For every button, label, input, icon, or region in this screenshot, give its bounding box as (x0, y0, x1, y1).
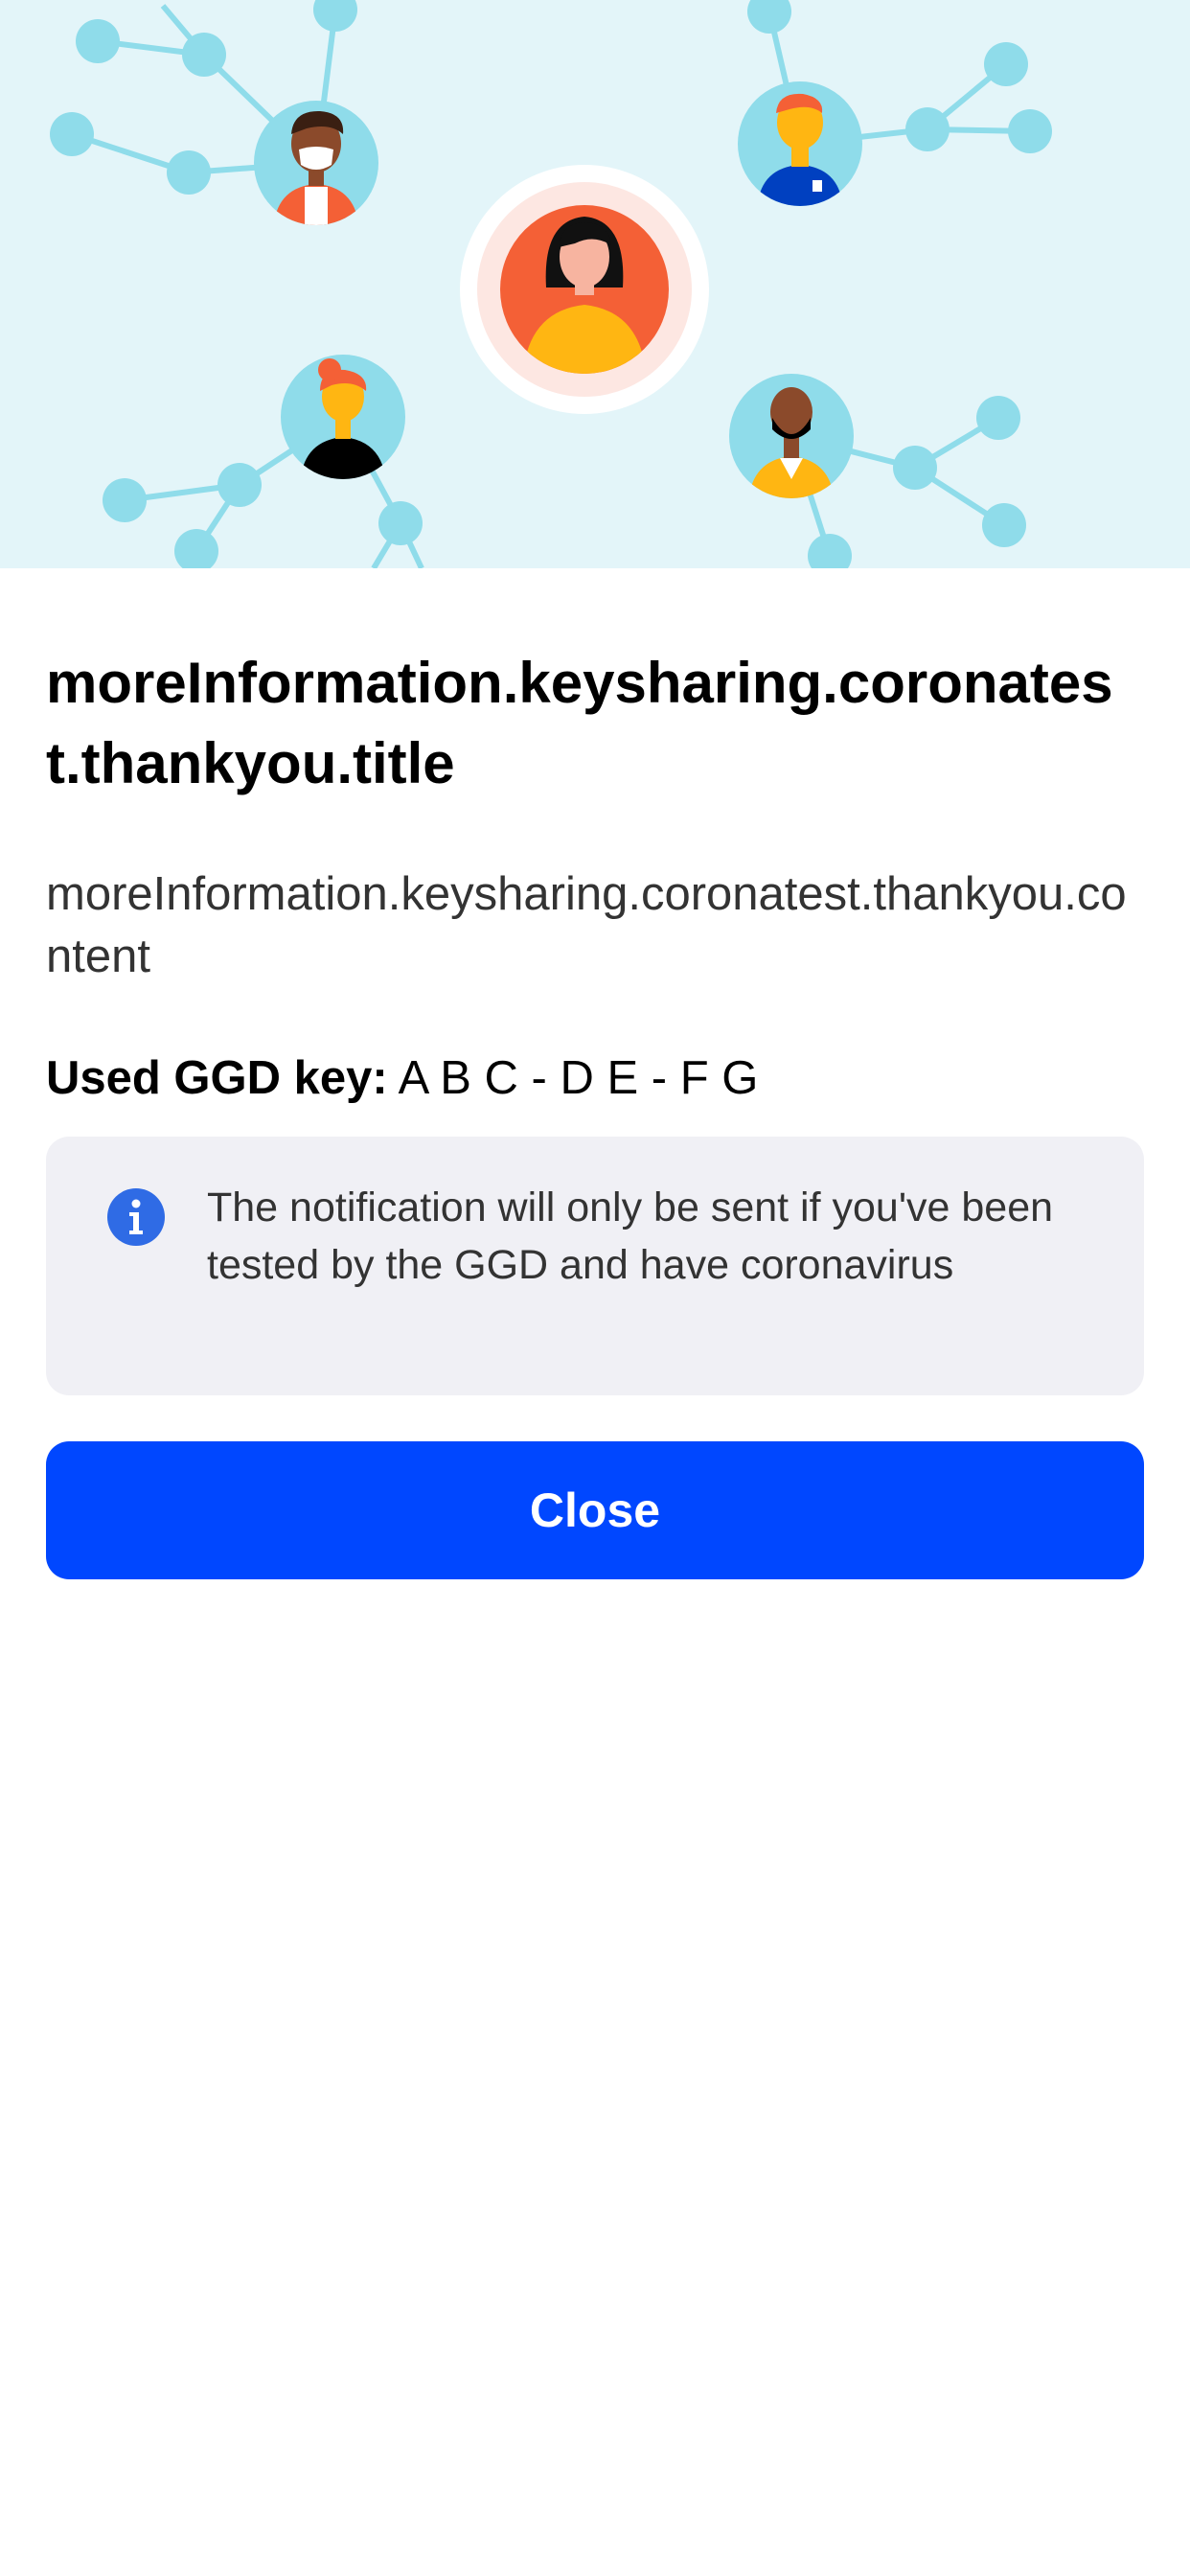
page-title: moreInformation.keysharing.coronatest.th… (46, 651, 1113, 795)
contact-network-illustration (50, 0, 1052, 568)
main-content: moreInformation.keysharing.coronatest.th… (46, 568, 1144, 1579)
info-box: The notification will only be sent if yo… (46, 1137, 1144, 1395)
avatar-red-hair-person-icon (281, 355, 405, 479)
content-text: moreInformation.keysharing.coronatest.th… (46, 868, 1127, 982)
ggd-key-row: Used GGD key: A B C - D E - F G (46, 1047, 1144, 1110)
info-text: The notification will only be sent if yo… (207, 1184, 1054, 1288)
page: moreInformation.keysharing.coronatest.th… (0, 0, 1190, 2576)
avatar-blue-shirt-person-icon (738, 81, 862, 206)
close-button[interactable]: Close (46, 1441, 1144, 1579)
ggd-key-label: Used GGD key: (46, 1052, 388, 1104)
avatar-masked-person-icon (254, 101, 378, 225)
hero-illustration (0, 0, 1190, 568)
ggd-key-value: A B C - D E - F G (398, 1052, 759, 1104)
avatar-bearded-person-icon (729, 374, 854, 498)
avatar-center-person-icon (460, 165, 709, 414)
info-icon (107, 1188, 165, 1246)
